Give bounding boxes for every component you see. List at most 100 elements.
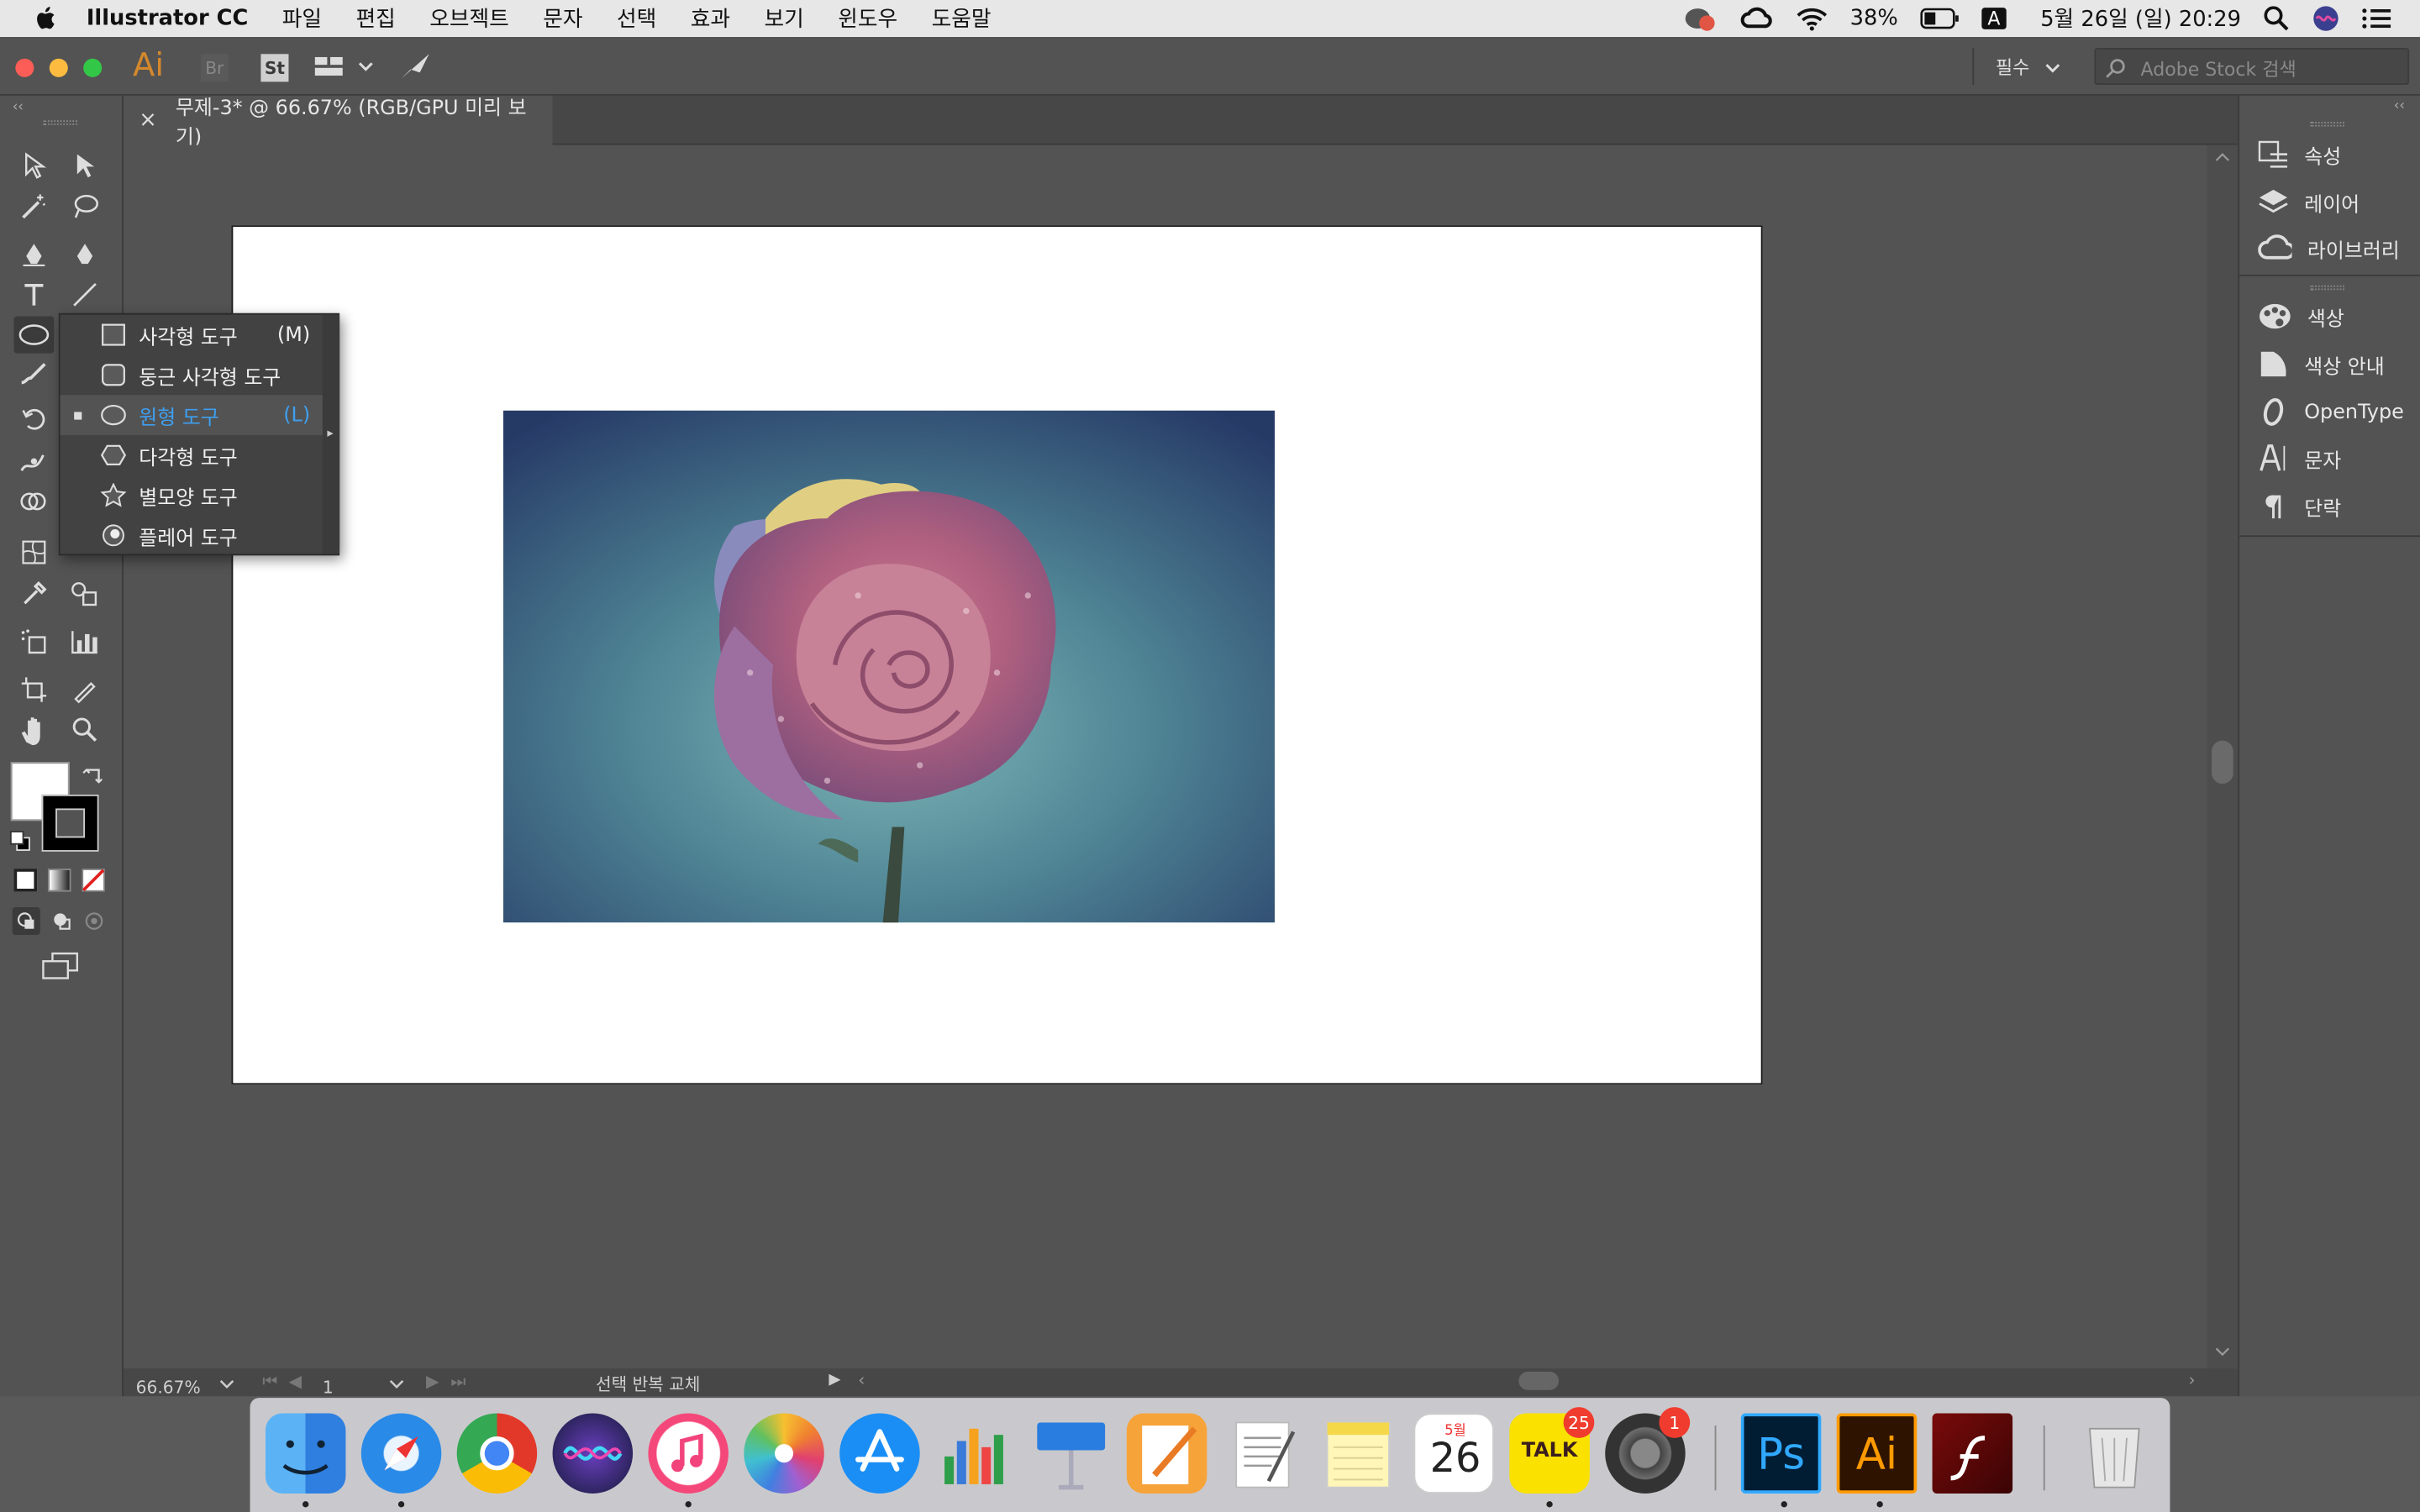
kakao-status-icon[interactable] [1683,5,1717,33]
panel-grip[interactable] [2310,285,2345,291]
numbers-icon[interactable] [935,1413,1016,1494]
curvature-tool-icon[interactable] [65,236,105,273]
horizontal-scroll-thumb[interactable] [1518,1371,1560,1390]
zoom-window-button[interactable] [83,58,103,77]
panel-layers[interactable]: 레이어 [2258,185,2360,218]
puppet-warp-tool-icon[interactable] [14,443,55,480]
panel-opentype[interactable]: OpenType [2258,395,2404,428]
panel-color-guide[interactable]: 색상 안내 [2258,347,2385,381]
direct-selection-tool-icon[interactable] [65,146,105,183]
symbol-sprayer-tool-icon[interactable] [14,623,55,660]
menu-effect[interactable]: 효과 [691,3,730,34]
panel-properties[interactable]: 속성 [2258,137,2341,171]
zoom-dropdown-icon[interactable] [219,1378,234,1390]
panel-character[interactable]: 문자 [2258,441,2341,475]
tearoff-strip[interactable]: ▸ [322,314,340,554]
scroll-right-icon[interactable]: › [2188,1370,2195,1390]
illustrator-icon[interactable]: Ai [1836,1413,1918,1494]
rotate-tool-icon[interactable] [14,400,55,437]
menu-type[interactable]: 문자 [543,3,582,34]
gradient-mode-button[interactable] [47,869,71,892]
menu-view[interactable]: 보기 [764,3,803,34]
hand-tool-icon[interactable] [14,711,55,748]
scroll-left-icon[interactable]: ‹ [858,1370,865,1390]
siri-icon[interactable] [552,1413,634,1494]
default-fill-stroke-icon[interactable] [9,830,31,852]
finder-icon[interactable] [265,1413,346,1494]
flyout-item-polygon-tool[interactable]: 다각형 도구 [60,435,323,475]
previous-artboard-icon[interactable]: ◀ [288,1372,302,1392]
battery-icon[interactable] [1920,8,1960,29]
itunes-icon[interactable] [648,1413,729,1494]
notification-center-icon[interactable] [2361,6,2392,30]
minimize-window-button[interactable] [49,58,68,77]
keynote-icon[interactable] [1031,1413,1112,1494]
stroke-color-swatch[interactable] [41,794,99,852]
safari-icon[interactable] [360,1413,442,1494]
chrome-icon[interactable] [456,1413,538,1494]
type-tool-icon[interactable] [14,276,55,313]
blend-tool-icon[interactable] [65,575,105,612]
stock-search-field[interactable]: Adobe Stock 검색 [2094,47,2410,86]
vertical-scroll-thumb[interactable] [2212,740,2233,785]
app-store-icon[interactable] [839,1413,920,1494]
gpu-performance-icon[interactable] [398,51,432,82]
menu-object[interactable]: 오브젝트 [429,3,509,34]
photoshop-icon[interactable]: Ps [1740,1413,1822,1494]
change-screen-mode-icon[interactable] [40,950,81,981]
next-artboard-icon[interactable]: ▶ [426,1372,439,1392]
workspace-switcher[interactable]: 필수 [1996,54,2030,80]
artboard-number-field[interactable]: 1 [323,1378,334,1398]
textedit-icon[interactable] [1223,1413,1303,1494]
column-graph-tool-icon[interactable] [65,623,105,660]
rose-photo[interactable] [502,410,1276,923]
panel-color[interactable]: 색상 [2258,299,2344,333]
mesh-tool-icon[interactable] [14,534,55,571]
magic-wand-tool-icon[interactable] [14,188,55,225]
apple-menu-icon[interactable] [34,5,58,33]
menu-edit[interactable]: 편집 [355,3,395,34]
first-artboard-icon[interactable]: ⏮ [262,1372,277,1394]
menu-window[interactable]: 윈도우 [838,3,897,34]
flyout-item-star-tool[interactable]: 별모양 도구 [60,475,323,516]
flyout-item-flare-tool[interactable]: 플레어 도구 [60,515,323,555]
photos-icon[interactable] [744,1413,824,1494]
flyout-item-rounded-rectangle-tool[interactable]: 둥근 사각형 도구 [60,354,323,395]
status-info-text[interactable]: 선택 반복 교체 [596,1372,700,1396]
draw-inside-icon[interactable] [82,907,106,935]
pages-icon[interactable] [1126,1413,1207,1494]
close-document-icon[interactable]: × [139,108,157,133]
clock[interactable]: 5월 26일 (일) 20:29 [2040,3,2241,34]
slice-tool-icon[interactable] [65,671,105,708]
eyedropper-tool-icon[interactable] [14,575,55,612]
document-tab[interactable]: × 무제-3* @ 66.67% (RGB/GPU 미리 보기) [123,95,553,150]
status-menu-arrow-icon[interactable]: ▶ [829,1372,840,1389]
expand-panels-icon[interactable]: ‹‹ [2394,99,2405,114]
panel-grip[interactable] [2310,122,2345,127]
pen-tool-icon[interactable] [14,236,55,273]
arrange-documents-icon[interactable] [314,55,374,77]
zoom-level-field[interactable]: 66.67% [136,1378,201,1398]
shape-builder-tool-icon[interactable] [14,485,55,522]
chevron-down-icon[interactable] [2045,61,2060,74]
none-mode-button[interactable] [82,869,105,892]
siri-icon[interactable] [2312,5,2339,33]
menu-select[interactable]: 선택 [617,3,656,34]
panel-grip[interactable] [43,120,77,125]
close-window-button[interactable] [15,58,34,77]
stock-button[interactable]: St [260,54,289,82]
flash-player-icon[interactable] [1932,1413,2013,1494]
calendar-icon[interactable]: 5월 26 [1413,1413,1494,1494]
paintbrush-tool-icon[interactable] [14,356,55,393]
spotlight-search-icon[interactable] [2263,5,2291,33]
wifi-icon[interactable] [1795,6,1828,31]
draw-normal-icon[interactable] [12,907,40,936]
panel-paragraph[interactable]: 단락 [2258,489,2341,522]
notes-icon[interactable] [1318,1413,1399,1494]
scroll-down-icon[interactable] [2215,1346,2230,1358]
ellipse-tool-icon[interactable] [13,316,55,354]
panel-libraries[interactable]: 라이브러리 [2258,232,2400,265]
zoom-tool-icon[interactable] [65,711,105,748]
app-name-menu[interactable]: Illustrator CC [87,6,248,30]
scroll-up-icon[interactable] [2215,151,2230,164]
